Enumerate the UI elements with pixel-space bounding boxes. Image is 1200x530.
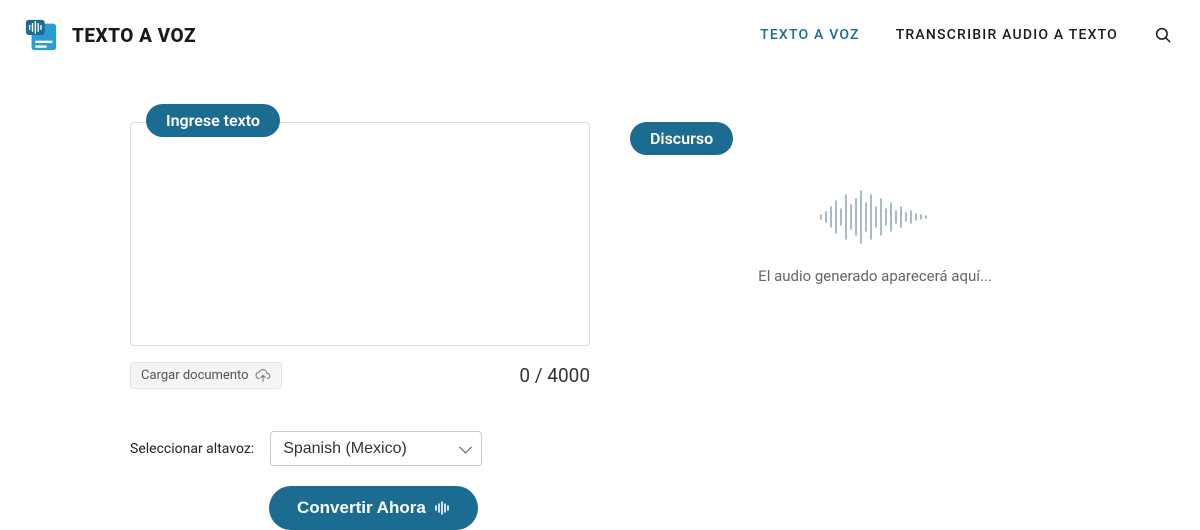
nav-link-stt[interactable]: TRANSCRIBIR AUDIO A TEXTO — [896, 27, 1118, 43]
output-pill: Discurso — [630, 122, 733, 155]
search-icon — [1154, 26, 1172, 44]
cloud-upload-icon — [255, 369, 271, 383]
main: Ingrese texto Cargar documento 0 / 4000 … — [0, 70, 1200, 530]
brand[interactable]: TEXTO A VOZ — [22, 18, 196, 52]
upload-label: Cargar documento — [141, 368, 249, 383]
search-button[interactable] — [1154, 26, 1172, 44]
brand-title: TEXTO A VOZ — [72, 24, 196, 47]
text-input[interactable] — [130, 122, 590, 346]
input-pill: Ingrese texto — [146, 104, 280, 137]
speaker-select[interactable]: Spanish (Mexico) — [270, 431, 482, 466]
nav: TEXTO A VOZ TRANSCRIBIR AUDIO A TEXTO — [760, 26, 1172, 44]
convert-button[interactable]: Convertir Ahora — [269, 486, 478, 530]
output-panel: Discurso — [630, 122, 1120, 530]
upload-document-button[interactable]: Cargar documento — [130, 362, 282, 389]
soundwave-icon — [434, 501, 450, 515]
input-footer: Cargar documento 0 / 4000 — [130, 362, 590, 389]
output-area: El audio generado aparecerá aquí... — [630, 165, 1120, 285]
nav-link-tts[interactable]: TEXTO A VOZ — [760, 27, 860, 43]
speaker-label: Seleccionar altavoz: — [130, 441, 254, 457]
output-placeholder: El audio generado aparecerá aquí... — [758, 267, 992, 285]
char-counter: 0 / 4000 — [519, 364, 590, 387]
header: TEXTO A VOZ TEXTO A VOZ TRANSCRIBIR AUDI… — [0, 0, 1200, 70]
input-panel: Ingrese texto Cargar documento 0 / 4000 … — [130, 122, 590, 530]
speaker-row: Seleccionar altavoz: Spanish (Mexico) — [130, 431, 590, 466]
app-logo-icon — [22, 18, 60, 52]
speaker-select-wrap: Spanish (Mexico) — [270, 431, 482, 466]
convert-label: Convertir Ahora — [297, 498, 426, 518]
waveform-placeholder-icon — [815, 185, 935, 249]
